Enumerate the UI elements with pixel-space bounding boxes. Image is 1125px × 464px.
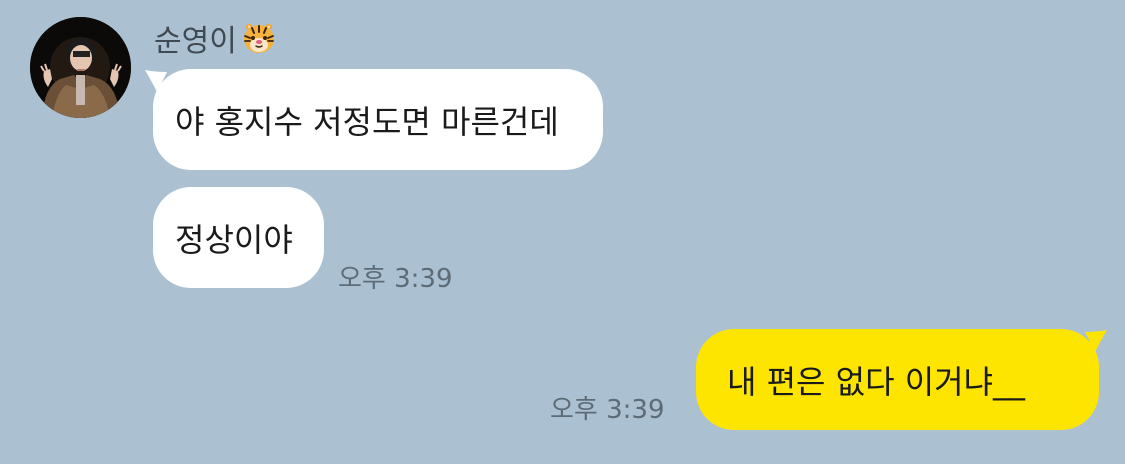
message-text: 야 홍지수 저정도면 마른건데 (175, 102, 559, 141)
message-text: 정상이야 (175, 220, 293, 259)
message-timestamp: 오후 3:39 (550, 395, 665, 425)
incoming-message-bubble[interactable]: 야 홍지수 저정도면 마른건데 (153, 69, 603, 170)
tiger-face-icon (241, 20, 277, 56)
chat-room: 순영이 야 홍지수 저정도면 마른건데 정상이야 오후 3:39 내 편은 없다… (0, 0, 1125, 464)
incoming-message-bubble[interactable]: 정상이야 (153, 187, 324, 288)
sender-name: 순영이 (154, 18, 277, 59)
sender-name-text: 순영이 (154, 24, 237, 59)
outgoing-message-bubble[interactable]: 내 편은 없다 이거냐__ (696, 329, 1099, 430)
message-text: 내 편은 없다 이거냐__ (727, 362, 1026, 401)
sender-avatar[interactable] (30, 17, 131, 118)
message-timestamp: 오후 3:39 (338, 264, 453, 294)
